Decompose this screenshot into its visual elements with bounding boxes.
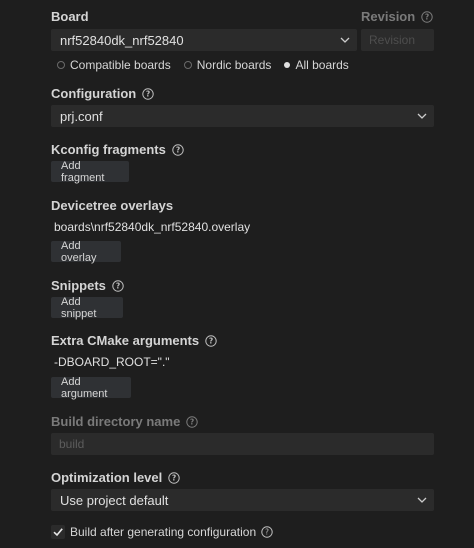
chevron-down-icon [411,490,433,510]
devicetree-overlays-label: Devicetree overlays [51,198,173,213]
board-filter-group: Compatible boards Nordic boards All boar… [57,58,362,72]
revision-placeholder: Revision [369,33,416,47]
snippets-label: Snippets ? [51,278,124,293]
snippets-label-text: Snippets [51,278,106,293]
kconfig-fragments-label: Kconfig fragments ? [51,142,184,157]
optimization-label-text: Optimization level [51,470,163,485]
optimization-select-value: Use project default [60,492,169,508]
svg-text:?: ? [172,473,176,482]
radio-indicator [183,61,192,69]
svg-text:?: ? [176,145,180,154]
build-after-generating-row[interactable]: Build after generating configuration ? [51,525,273,539]
build-after-checkbox[interactable] [51,525,65,539]
radio-label: All boards [295,58,349,72]
radio-compatible-boards[interactable]: Compatible boards [57,58,171,72]
revision-label-text: Revision [361,9,416,24]
svg-text:?: ? [425,12,429,21]
help-icon[interactable]: ? [421,10,433,23]
configuration-select-value: prj.conf [60,108,103,124]
cmake-label-text: Extra CMake arguments [51,333,200,348]
cmake-arguments-label: Extra CMake arguments ? [51,333,217,348]
board-select[interactable]: nrf52840dk_nrf52840 [51,29,357,51]
radio-label: Compatible boards [70,58,171,72]
check-icon [53,528,63,537]
devicetree-label-text: Devicetree overlays [51,198,174,213]
board-label: Board [51,9,89,24]
revision-label: Revision ? [361,9,433,24]
cmake-argument-item: -DBOARD_ROOT="." [54,355,170,369]
board-select-value: nrf52840dk_nrf52840 [60,32,184,48]
svg-text:?: ? [265,528,269,537]
help-icon[interactable]: ? [168,471,180,484]
optimization-level-select[interactable]: Use project default [51,489,434,511]
radio-label: Nordic boards [196,58,272,72]
svg-text:?: ? [209,336,213,345]
help-icon[interactable]: ? [205,334,217,347]
help-icon[interactable]: ? [112,279,124,292]
radio-all-boards[interactable]: All boards [284,58,349,72]
add-fragment-button[interactable]: Add fragment [51,160,129,184]
add-overlay-button[interactable]: Add overlay [51,240,121,264]
revision-input[interactable]: Revision [361,29,434,51]
chevron-down-icon [334,30,356,50]
optimization-level-label: Optimization level ? [51,470,180,485]
build-after-label: Build after generating configuration [70,525,257,539]
svg-text:?: ? [116,281,120,290]
configuration-select[interactable]: prj.conf [51,105,434,127]
svg-text:?: ? [190,417,194,426]
devicetree-overlay-item: boards\nrf52840dk_nrf52840.overlay [54,220,251,234]
build-configuration-panel: Board nrf52840dk_nrf52840 Revision ? Rev… [0,0,474,548]
configuration-label-text: Configuration [51,86,137,101]
add-argument-button[interactable]: Add argument [51,376,131,400]
radio-indicator [57,61,65,69]
kconfig-label-text: Kconfig fragments [51,142,166,157]
help-icon[interactable]: ? [172,143,184,156]
add-snippet-button[interactable]: Add snippet [51,296,123,320]
build-directory-label: Build directory name ? [51,414,199,429]
help-icon[interactable]: ? [186,415,199,428]
help-icon[interactable]: ? [142,87,154,100]
board-label-text: Board [51,9,89,24]
radio-indicator-checked [284,62,291,68]
radio-nordic-boards[interactable]: Nordic boards [183,58,272,72]
chevron-down-icon [411,106,433,126]
configuration-label: Configuration ? [51,86,154,101]
help-icon[interactable]: ? [261,526,273,538]
build-directory-placeholder: build [59,437,85,451]
svg-text:?: ? [146,89,150,98]
build-directory-input[interactable]: build [51,433,434,455]
build-directory-label-text: Build directory name [51,414,181,429]
